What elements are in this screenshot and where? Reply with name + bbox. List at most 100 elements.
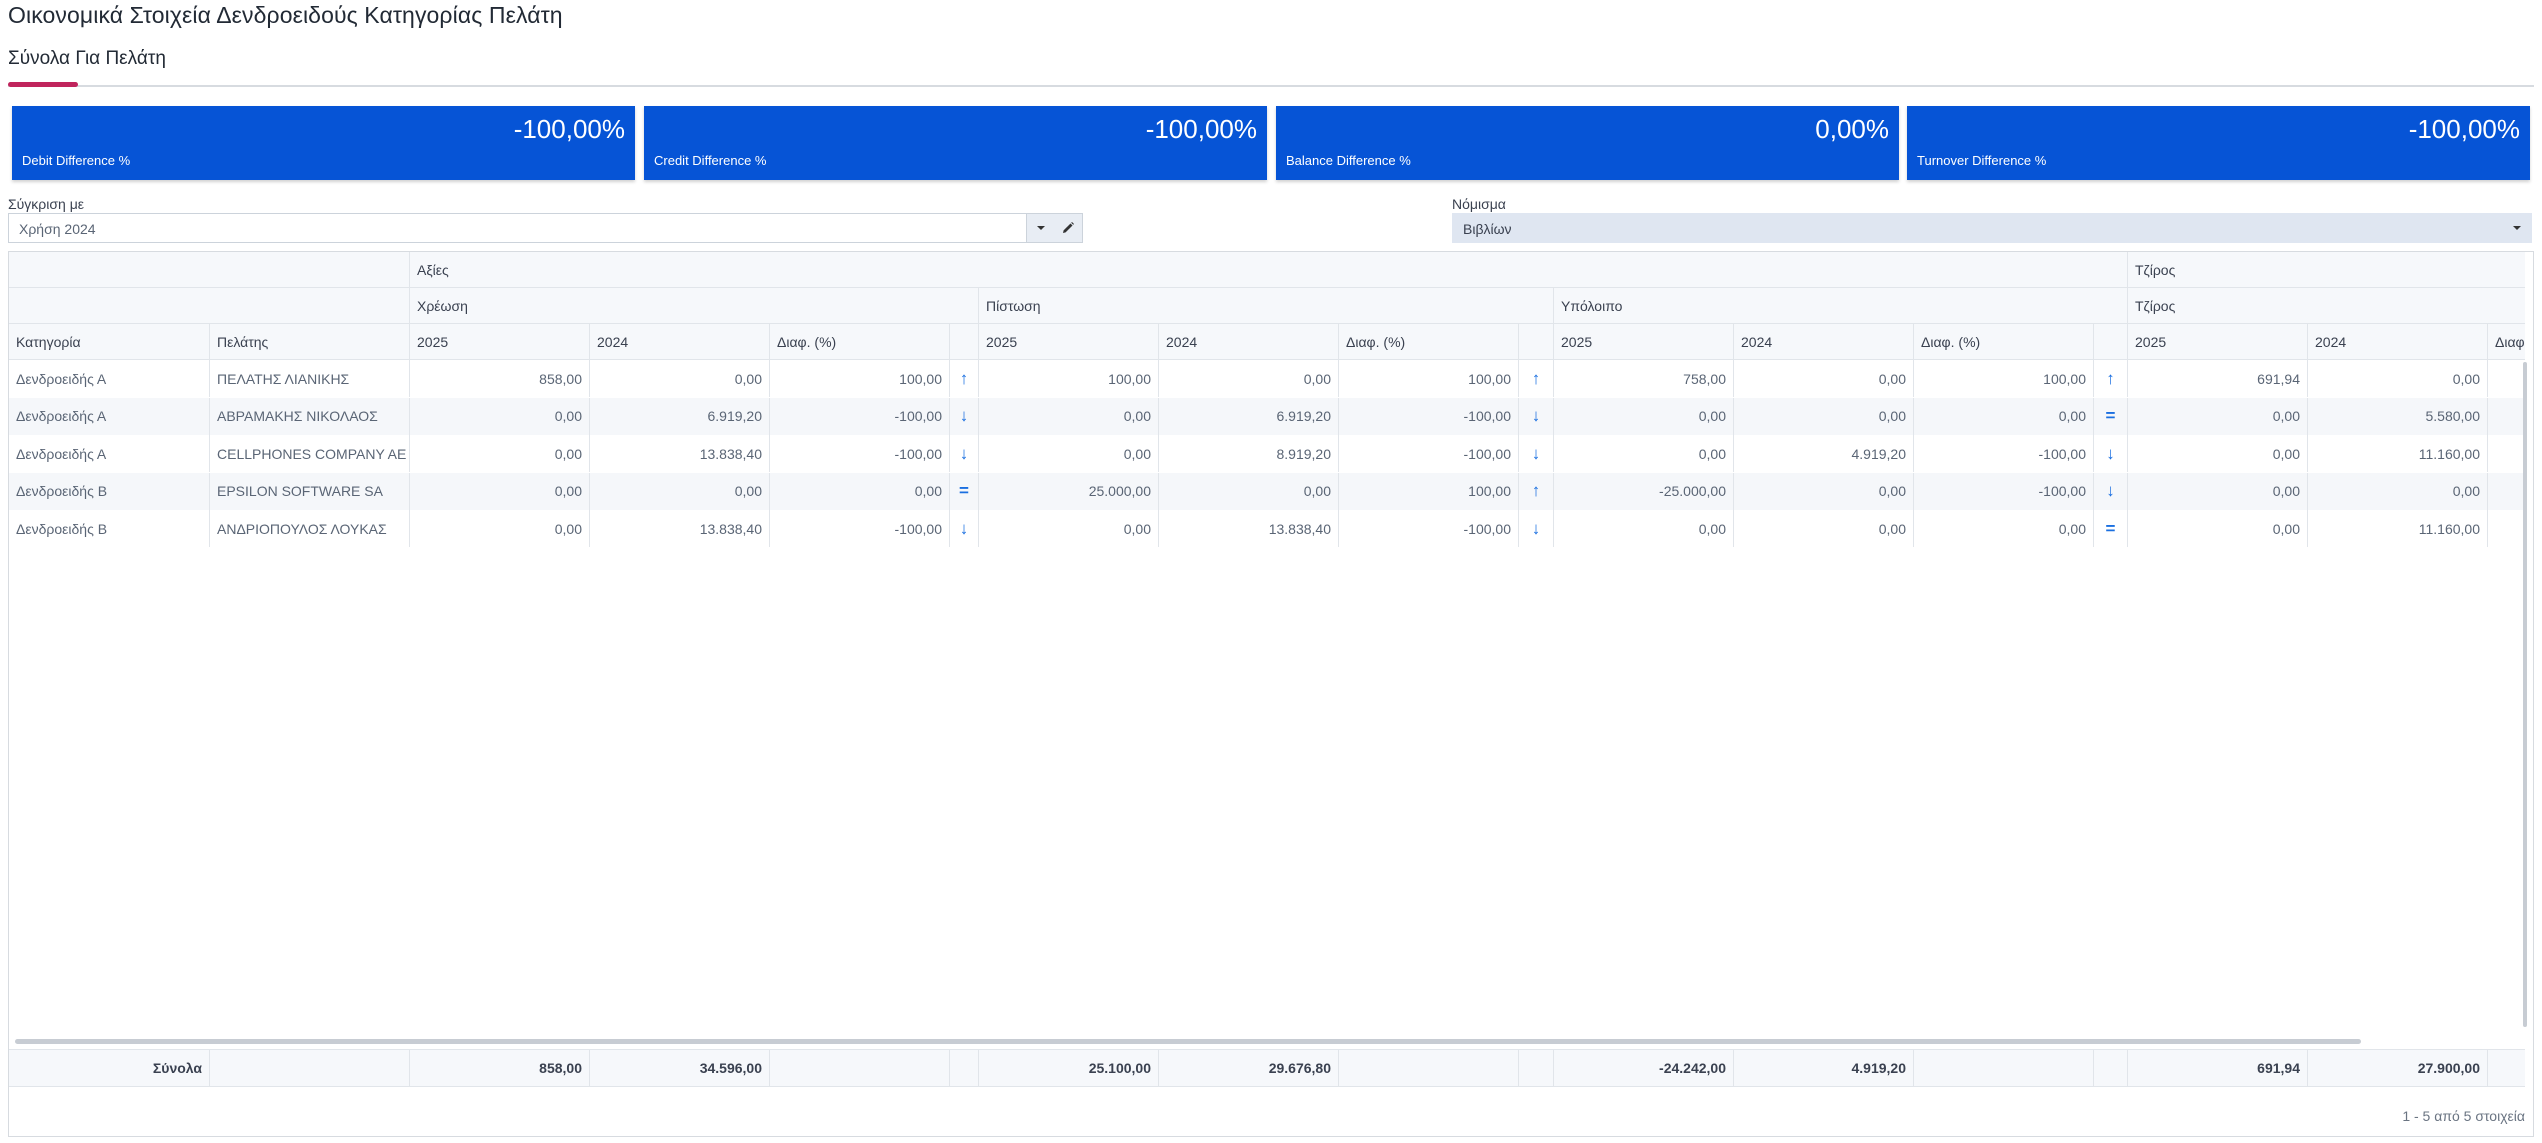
cell-balance-2025: 0,00 [1554, 435, 1734, 472]
cell-credit-diff: -100,00 [1339, 435, 1519, 472]
kpi-value: -100,00% [1145, 114, 1257, 144]
cell-balance-2025: 758,00 [1554, 360, 1734, 397]
column-header-customer[interactable]: Πελάτης [210, 324, 410, 359]
cell-balance-diff: 100,00 [1914, 360, 2094, 397]
kpi-turnover-difference: -100,00% Turnover Difference % [1907, 106, 2530, 180]
column-header-balance-diff[interactable]: Διαφ. (%) [1914, 324, 2094, 359]
column-header-balance-2025[interactable]: 2025 [1554, 324, 1734, 359]
kpi-label: Turnover Difference % [1917, 153, 2047, 168]
column-header-turnover-2025[interactable]: 2025 [2128, 324, 2308, 359]
kpi-label: Debit Difference % [22, 153, 131, 168]
cell-credit-2025: 100,00 [979, 360, 1159, 397]
tab-customer-totals[interactable]: Σύνολα Για Πελάτη [8, 48, 166, 82]
totals-empty [210, 1050, 410, 1086]
grid-column-header: Κατηγορία Πελάτης 2025 2024 Διαφ. (%) 20… [9, 324, 2525, 360]
cell-turnover-2024: 5.580,00 [2308, 397, 2488, 435]
balance-trend-icon: = [2094, 397, 2128, 435]
column-header-turnover-diff[interactable]: Διαφ [2488, 324, 2525, 359]
chevron-down-icon[interactable] [2503, 214, 2531, 242]
table-row[interactable]: Δενδροειδής Β ΑΝΔΡΙΟΠΟΥΛΟΣ ΛΟΥΚΑΣ 0,00 13.8… [9, 510, 2525, 547]
cell-customer: ΑΝΔΡΙΟΠΟΥΛΟΣ ΛΟΥΚΑΣ [210, 510, 410, 547]
cell-credit-2024: 0,00 [1159, 360, 1339, 397]
cell-credit-diff: 100,00 [1339, 360, 1519, 397]
cell-credit-diff: -100,00 [1339, 510, 1519, 547]
totals-label: Σύνολα [9, 1050, 210, 1086]
cell-credit-2025: 25.000,00 [979, 472, 1159, 510]
totals-debit-2025: 858,00 [410, 1050, 590, 1086]
totals-debit-2024: 34.596,00 [590, 1050, 770, 1086]
currency-select[interactable]: Βιβλίων [1452, 213, 2532, 243]
vertical-scrollbar[interactable] [2523, 362, 2527, 1027]
credit-trend-icon: ↓ [1519, 397, 1554, 435]
cell-turnover-2025: 0,00 [2128, 435, 2308, 472]
cell-category: Δενδροειδής Α [9, 435, 210, 472]
cell-debit-2024: 0,00 [590, 472, 770, 510]
column-header-debit-trend [950, 324, 979, 359]
cell-turnover-2025: 0,00 [2128, 510, 2308, 547]
header-debit-group: Χρέωση [410, 288, 979, 323]
cell-balance-2025: 0,00 [1554, 510, 1734, 547]
debit-trend-icon: ↓ [950, 510, 979, 547]
totals-empty [2488, 1050, 2525, 1086]
cell-balance-2024: 0,00 [1734, 360, 1914, 397]
cell-category: Δενδροειδής Β [9, 472, 210, 510]
column-header-turnover-2024[interactable]: 2024 [2308, 324, 2488, 359]
cell-credit-2024: 0,00 [1159, 472, 1339, 510]
column-header-credit-trend [1519, 324, 1554, 359]
edit-pencil-icon[interactable] [1054, 214, 1082, 242]
totals-empty [2094, 1050, 2128, 1086]
grid-totals-row: Σύνολα 858,00 34.596,00 25.100,00 29.676… [9, 1049, 2525, 1087]
column-header-debit-diff[interactable]: Διαφ. (%) [770, 324, 950, 359]
totals-empty [1519, 1050, 1554, 1086]
cell-turnover-diff [2488, 360, 2525, 397]
cell-turnover-diff [2488, 510, 2525, 547]
cell-debit-2025: 858,00 [410, 360, 590, 397]
totals-balance-2025: -24.242,00 [1554, 1050, 1734, 1086]
cell-debit-diff: -100,00 [770, 435, 950, 472]
compare-with-select[interactable]: Χρήση 2024 [8, 213, 1083, 243]
cell-debit-diff: -100,00 [770, 397, 950, 435]
cell-debit-2025: 0,00 [410, 435, 590, 472]
credit-trend-icon: ↓ [1519, 510, 1554, 547]
cell-balance-2024: 0,00 [1734, 397, 1914, 435]
kpi-label: Balance Difference % [1286, 153, 1411, 168]
table-row[interactable]: Δενδροειδής Α ΠΕΛΑΤΗΣ ΛΙΑΝΙΚΗΣ 858,00 0,00 1… [9, 360, 2525, 397]
column-header-credit-2025[interactable]: 2025 [979, 324, 1159, 359]
cell-debit-2025: 0,00 [410, 397, 590, 435]
cell-debit-2024: 0,00 [590, 360, 770, 397]
totals-turnover-2025: 691,94 [2128, 1050, 2308, 1086]
cell-credit-2025: 0,00 [979, 435, 1159, 472]
table-row[interactable]: Δενδροειδής Α ΑΒΡΑΜΑΚΗΣ ΝΙΚΟΛΑΟΣ 0,00 6.919… [9, 397, 2525, 435]
chevron-down-icon[interactable] [1026, 214, 1054, 242]
column-header-category[interactable]: Κατηγορία [9, 324, 210, 359]
cell-credit-2024: 6.919,20 [1159, 397, 1339, 435]
cell-debit-2024: 13.838,40 [590, 510, 770, 547]
credit-trend-icon: ↓ [1519, 435, 1554, 472]
column-header-debit-2024[interactable]: 2024 [590, 324, 770, 359]
column-header-balance-2024[interactable]: 2024 [1734, 324, 1914, 359]
cell-customer: CELLPHONES COMPANY AE [210, 435, 410, 472]
cell-balance-2025: -25.000,00 [1554, 472, 1734, 510]
header-values-band: Αξίες [410, 252, 2128, 287]
cell-balance-diff: -100,00 [1914, 435, 2094, 472]
kpi-debit-difference: -100,00% Debit Difference % [12, 106, 635, 180]
cell-balance-diff: -100,00 [1914, 472, 2094, 510]
cell-debit-diff: -100,00 [770, 510, 950, 547]
cell-turnover-2024: 11.160,00 [2308, 510, 2488, 547]
kpi-value: -100,00% [513, 114, 625, 144]
table-row[interactable]: Δενδροειδής Β EPSILON SOFTWARE SA 0,00 0,00… [9, 472, 2525, 510]
column-header-credit-2024[interactable]: 2024 [1159, 324, 1339, 359]
column-header-credit-diff[interactable]: Διαφ. (%) [1339, 324, 1519, 359]
header-turnover-band: Τζίρος [2135, 261, 2176, 278]
cell-category: Δενδροειδής Α [9, 360, 210, 397]
totals-empty [770, 1050, 950, 1086]
horizontal-scrollbar[interactable] [15, 1039, 2361, 1044]
header-empty [9, 252, 410, 287]
cell-credit-2025: 0,00 [979, 397, 1159, 435]
cell-debit-diff: 100,00 [770, 360, 950, 397]
column-header-debit-2025[interactable]: 2025 [410, 324, 590, 359]
cell-balance-diff: 0,00 [1914, 397, 2094, 435]
grid-band-header: Αξίες Τζίρος [9, 252, 2525, 288]
table-row[interactable]: Δενδροειδής Α CELLPHONES COMPANY AE 0,00 13… [9, 435, 2525, 472]
balance-trend-icon: ↑ [2094, 360, 2128, 397]
